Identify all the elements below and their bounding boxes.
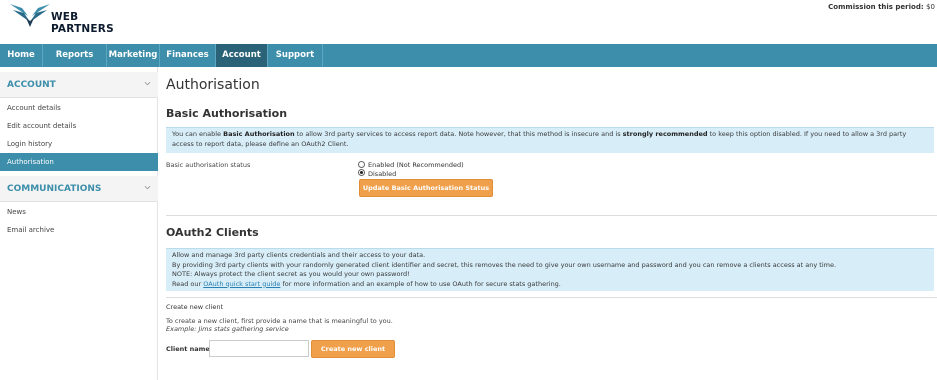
basic-auth-info: You can enable Basic Authorisation to al…: [166, 127, 934, 153]
basic-info-text: You can enable: [172, 130, 224, 138]
create-client-example: Example: Jims stats gathering service: [166, 325, 289, 333]
commission-value: $0: [926, 3, 935, 11]
sidebar-section-account[interactable]: ACCOUNT: [0, 72, 158, 98]
radio-disabled[interactable]: [358, 169, 365, 176]
chevron-down-icon: [144, 81, 151, 86]
section-divider: [166, 215, 937, 216]
nav-marketing[interactable]: Marketing: [107, 44, 160, 67]
client-name-label: Client name:: [166, 345, 213, 353]
section-divider: [166, 297, 937, 298]
oauth-info-text: Read our: [172, 279, 204, 288]
basic-auth-status-label: Basic authorisation status: [166, 161, 251, 169]
main-nav: Home Reports Marketing Finances Account …: [0, 44, 937, 67]
update-basic-auth-button[interactable]: Update Basic Authorisation Status: [359, 179, 493, 197]
nav-support[interactable]: Support: [268, 44, 323, 67]
commission-readout: Commission this period: $0: [828, 3, 935, 11]
create-client-description: To create a new client, first provide a …: [166, 317, 393, 325]
oauth-info-line: NOTE: Always protect the client secret a…: [172, 270, 410, 278]
oauth-info-line: By providing 3rd party clients with your…: [172, 260, 837, 269]
top-bar: WEB PARTNERS Commission this period: $0: [0, 0, 937, 44]
radio-enabled[interactable]: [358, 161, 365, 168]
sidebar-item-account-details[interactable]: Account details: [0, 99, 158, 117]
oauth-info-line: Allow and manage 3rd party clients crede…: [172, 251, 426, 259]
wings-logo-icon: [10, 4, 50, 27]
nav-home[interactable]: Home: [0, 44, 43, 67]
brand-logo[interactable]: WEB PARTNERS: [8, 2, 143, 35]
chevron-down-icon: [144, 185, 151, 190]
sidebar-item-authorisation[interactable]: Authorisation: [0, 153, 158, 171]
sidebar-item-email-archive[interactable]: Email archive: [0, 221, 158, 239]
oauth-info: Allow and manage 3rd party clients crede…: [166, 248, 934, 291]
oauth-heading: OAuth2 Clients: [166, 226, 259, 239]
create-client-button[interactable]: Create new client: [311, 340, 395, 358]
nav-reports[interactable]: Reports: [43, 44, 107, 67]
basic-auth-heading: Basic Authorisation: [166, 107, 288, 120]
sidebar-heading-communications: COMMUNICATIONS: [7, 184, 102, 194]
basic-info-text: to allow 3rd party services to access re…: [294, 130, 623, 138]
oauth-guide-link[interactable]: OAuth quick start guide: [203, 280, 280, 288]
page-title: Authorisation: [166, 77, 260, 93]
create-client-heading: Create new client: [166, 303, 224, 311]
client-name-input[interactable]: [209, 340, 309, 357]
oauth-info-line: Read our OAuth quick start guide for mor…: [172, 280, 928, 290]
basic-info-bold: strongly recommended: [622, 130, 708, 138]
brand-name: WEB PARTNERS: [51, 11, 114, 35]
oauth-info-text: for more information and an example of h…: [280, 279, 561, 288]
nav-finances[interactable]: Finances: [160, 44, 216, 67]
sidebar-item-news[interactable]: News: [0, 203, 158, 221]
sidebar-section-communications[interactable]: COMMUNICATIONS: [0, 176, 158, 202]
radio-disabled-label: Disabled: [368, 170, 397, 178]
sidebar: ACCOUNT Account details Edit account det…: [0, 67, 158, 380]
commission-label: Commission this period:: [828, 3, 924, 11]
sidebar-item-edit-account-details[interactable]: Edit account details: [0, 117, 158, 135]
radio-enabled-label: Enabled (Not Recommended): [368, 161, 464, 169]
sidebar-item-login-history[interactable]: Login history: [0, 135, 158, 153]
basic-info-bold: Basic Authorisation: [223, 130, 295, 138]
nav-account[interactable]: Account: [216, 44, 268, 67]
sidebar-heading-account: ACCOUNT: [7, 80, 56, 90]
